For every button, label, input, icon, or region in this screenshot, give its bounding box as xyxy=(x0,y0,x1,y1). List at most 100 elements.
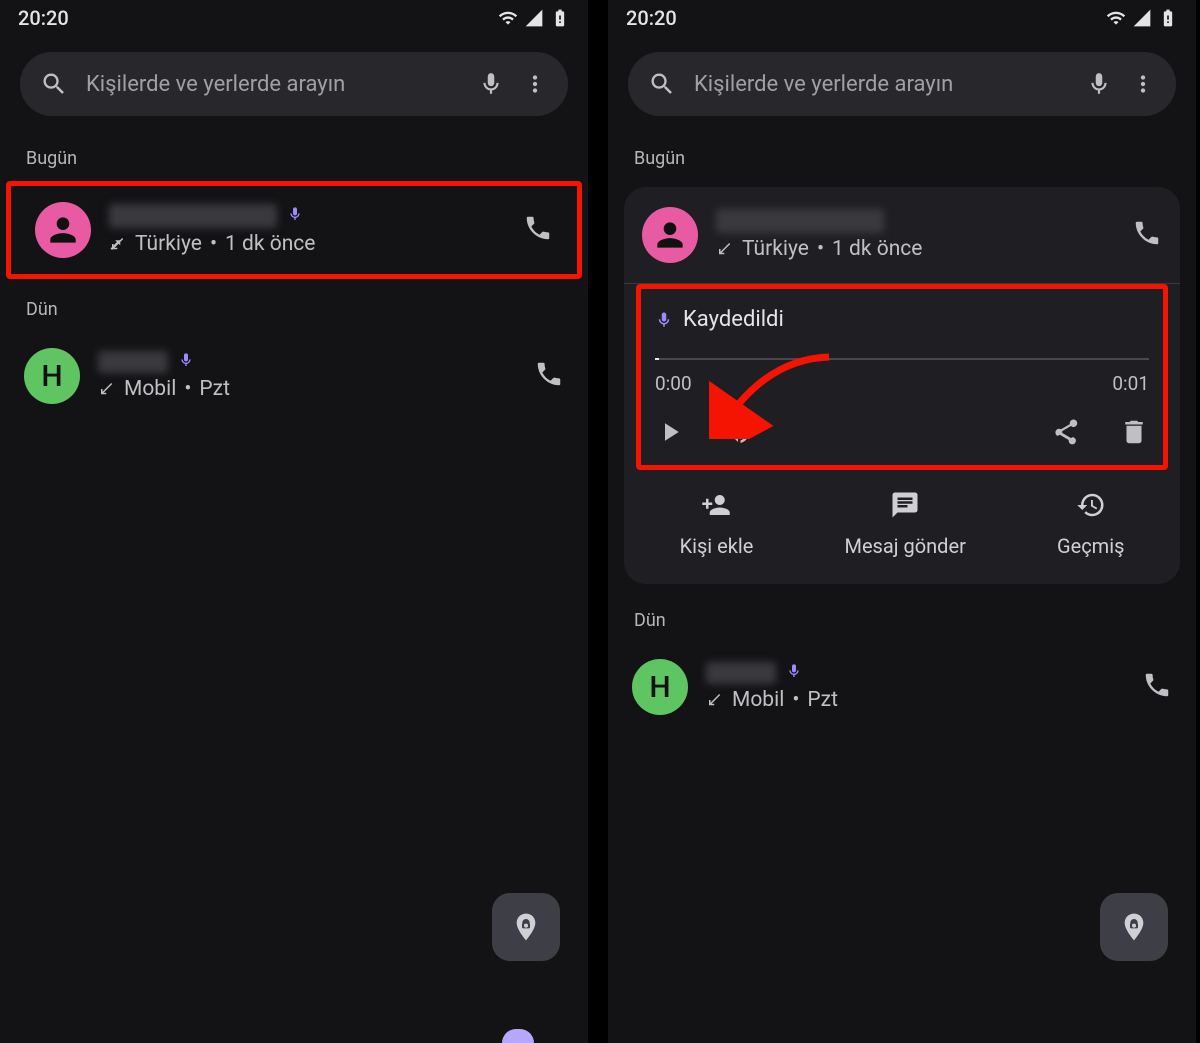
person-icon xyxy=(651,216,689,254)
time-row: 0:00 0:01 xyxy=(655,372,1149,395)
person-icon xyxy=(44,211,82,249)
contacts-icon xyxy=(510,911,542,943)
person-add-icon xyxy=(701,490,731,520)
call-button[interactable] xyxy=(1142,670,1172,704)
call-info: Türkiye • 1 dk önce xyxy=(109,204,505,256)
player-controls xyxy=(655,417,1149,447)
search-bar[interactable]: Kişilerde ve yerlerde arayın xyxy=(20,52,568,116)
battery-icon xyxy=(550,8,570,28)
section-yesterday: Dün xyxy=(608,584,1196,643)
time-end: 0:01 xyxy=(1112,372,1149,395)
incoming-arrow-icon xyxy=(98,380,116,398)
blurred-contact-name xyxy=(706,662,776,684)
left-phone: 20:20 Kişilerde ve yerlerde arayın Bugün xyxy=(0,0,588,1043)
status-time: 20:20 xyxy=(626,6,677,30)
send-message-button[interactable]: Mesaj gönder xyxy=(844,490,965,558)
search-icon xyxy=(648,70,676,98)
history-label: Geçmiş xyxy=(1057,534,1124,558)
wifi-icon xyxy=(498,8,518,28)
signal-icon xyxy=(1132,8,1152,28)
blurred-contact-name xyxy=(98,351,168,373)
call-type: Mobil xyxy=(124,377,176,401)
contacts-fab[interactable] xyxy=(1100,893,1168,961)
call-info: Mobil • Pzt xyxy=(706,662,1124,712)
phone-icon xyxy=(1142,670,1172,700)
share-icon[interactable] xyxy=(1051,417,1081,447)
sep: • xyxy=(792,688,799,712)
call-location: Türkiye xyxy=(742,237,809,261)
call-row-green[interactable]: H Mobil • Pzt xyxy=(0,332,588,420)
message-icon xyxy=(890,490,920,520)
phone-icon xyxy=(1132,218,1162,248)
call-button[interactable] xyxy=(534,359,564,393)
avatar-letter: H xyxy=(41,359,62,394)
avatar-green[interactable]: H xyxy=(24,348,80,404)
status-bar: 20:20 xyxy=(0,0,588,36)
call-row-pink[interactable]: Türkiye • 1 dk önce xyxy=(11,186,577,274)
status-icons xyxy=(498,8,570,28)
call-info: Mobil • Pzt xyxy=(98,351,516,401)
call-button[interactable] xyxy=(1132,218,1162,252)
hint-pill xyxy=(502,1029,534,1043)
search-bar[interactable]: Kişilerde ve yerlerde arayın xyxy=(628,52,1176,116)
call-button[interactable] xyxy=(523,213,553,247)
avatar-pink[interactable] xyxy=(642,207,698,263)
incoming-arrow-icon xyxy=(716,240,734,258)
time-start: 0:00 xyxy=(655,372,692,395)
add-contact-label: Kişi ekle xyxy=(680,534,754,558)
blurred-contact-name xyxy=(109,204,277,228)
blurred-contact-name xyxy=(716,209,884,233)
section-yesterday: Dün xyxy=(0,279,588,332)
speaker-icon[interactable] xyxy=(723,417,753,447)
play-icon[interactable] xyxy=(655,417,685,447)
avatar-letter: H xyxy=(649,670,670,705)
avatar-green[interactable]: H xyxy=(632,659,688,715)
contacts-fab[interactable] xyxy=(492,893,560,961)
history-button[interactable]: Geçmiş xyxy=(1057,490,1124,558)
call-type: Mobil xyxy=(732,688,784,712)
avatar-pink[interactable] xyxy=(35,202,91,258)
incoming-arrow-icon xyxy=(706,691,724,709)
history-icon xyxy=(1076,490,1106,520)
mic-small-icon xyxy=(655,311,673,329)
call-row-green[interactable]: H Mobil • Pzt xyxy=(608,643,1196,731)
call-ago: 1 dk önce xyxy=(832,237,922,261)
phone-icon xyxy=(534,359,564,389)
more-icon[interactable] xyxy=(522,71,548,97)
call-day: Pzt xyxy=(807,688,838,712)
contacts-icon xyxy=(1118,911,1150,943)
search-placeholder: Kişilerde ve yerlerde arayın xyxy=(86,72,460,97)
status-time: 20:20 xyxy=(18,6,69,30)
recorded-indicator-icon xyxy=(178,352,194,372)
call-row-pink[interactable]: Türkiye • 1 dk önce xyxy=(624,187,1180,283)
send-message-label: Mesaj gönder xyxy=(844,534,965,558)
delete-icon[interactable] xyxy=(1119,417,1149,447)
search-placeholder: Kişilerde ve yerlerde arayın xyxy=(694,72,1068,97)
section-today: Bugün xyxy=(608,138,1196,181)
sep: • xyxy=(184,377,191,401)
sep: • xyxy=(210,232,217,256)
status-bar: 20:20 xyxy=(608,0,1196,36)
wifi-icon xyxy=(1106,8,1126,28)
call-location: Türkiye xyxy=(135,232,202,256)
right-phone: 20:20 Kişilerde ve yerlerde arayın Bugün xyxy=(608,0,1196,1043)
progress-bar[interactable] xyxy=(655,358,1149,360)
add-contact-button[interactable]: Kişi ekle xyxy=(680,490,754,558)
recorded-indicator-icon xyxy=(287,206,303,226)
highlight-call-row: Türkiye • 1 dk önce xyxy=(6,181,582,279)
mic-icon[interactable] xyxy=(1086,71,1112,97)
more-icon[interactable] xyxy=(1130,71,1156,97)
call-day: Pzt xyxy=(199,377,230,401)
status-icons xyxy=(1106,8,1178,28)
actions-row: Kişi ekle Mesaj gönder Geçmiş xyxy=(624,470,1180,584)
recording-title: Kaydedildi xyxy=(683,307,784,332)
mic-icon[interactable] xyxy=(478,71,504,97)
highlight-recording-section: Kaydedildi 0:00 0:01 xyxy=(636,284,1168,470)
call-info: Türkiye • 1 dk önce xyxy=(716,209,1114,261)
sep: • xyxy=(817,237,824,261)
phone-icon xyxy=(523,213,553,243)
recording-title-row: Kaydedildi xyxy=(655,307,1149,332)
incoming-arrow-icon xyxy=(109,235,127,253)
battery-icon xyxy=(1158,8,1178,28)
call-ago: 1 dk önce xyxy=(225,232,315,256)
